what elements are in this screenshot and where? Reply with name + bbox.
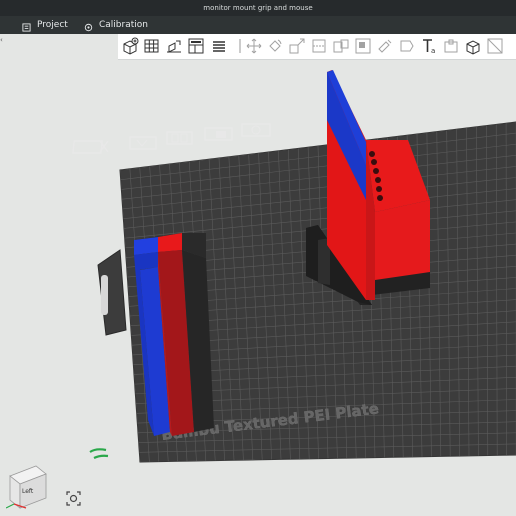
zoom-to-fit-icon[interactable]	[66, 491, 81, 506]
window-title-bar: monitor mount grip and mouse	[0, 0, 516, 16]
tab-calibration[interactable]: Calibration	[84, 16, 148, 34]
arrange-plate-icon[interactable]	[129, 136, 157, 150]
delete-plate-icon[interactable]	[72, 140, 109, 154]
tab-project-label: Project	[37, 20, 68, 30]
plate-settings-icon[interactable]	[241, 123, 271, 137]
window-title: monitor mount grip and mouse	[203, 4, 313, 12]
main-tab-bar: Project Calibration	[0, 16, 516, 34]
plate-handle-slot	[101, 275, 108, 315]
calibration-icon	[84, 21, 93, 31]
tab-project[interactable]: Project	[22, 16, 68, 34]
view-cube[interactable]	[5, 458, 52, 510]
plate-top-icons	[72, 123, 271, 154]
3d-viewport[interactable]: Bambu Textured PEI Plate	[0, 34, 516, 516]
y-axis-indicator	[5, 503, 15, 509]
tab-calibration-label: Calibration	[99, 20, 148, 30]
bed-origin-marker	[89, 448, 109, 459]
orient-plate-icon[interactable]	[166, 131, 193, 145]
view-cube-label: Left	[22, 488, 34, 495]
lock-plate-icon[interactable]	[204, 127, 233, 141]
project-icon	[22, 21, 31, 32]
